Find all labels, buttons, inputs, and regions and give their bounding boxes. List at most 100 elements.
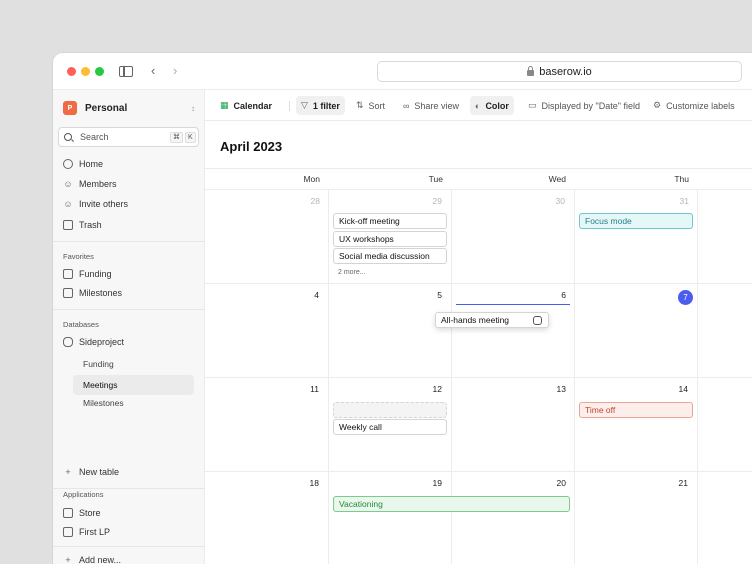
sidebar-item-label: Home xyxy=(79,158,104,169)
day-number: 20 xyxy=(556,478,566,488)
day-number: 30 xyxy=(555,196,565,206)
event-chip-dragging[interactable]: All-hands meeting xyxy=(435,312,549,328)
customize-label: Customize labels xyxy=(666,100,735,111)
link-icon: ∞ xyxy=(403,100,410,111)
add-new-button[interactable]: + Add new... xyxy=(63,551,195,564)
search-icon xyxy=(64,133,72,141)
event-chip[interactable]: Vacationing xyxy=(333,496,570,512)
close-window-button[interactable] xyxy=(67,67,76,76)
today-badge: 7 xyxy=(678,290,693,305)
event-chip[interactable]: UX workshops xyxy=(333,231,447,247)
search-box[interactable]: ⌘ K xyxy=(58,127,199,147)
calendar-grid: Mon Tue Wed Thu 28 29 30 31 Kick-off mee… xyxy=(205,168,752,564)
database-icon xyxy=(63,336,73,347)
sidebar-item-home[interactable]: Home xyxy=(63,155,195,172)
displayed-label: Displayed by "Date" field xyxy=(541,100,640,111)
sidebar-item-members[interactable]: ☺ Members xyxy=(63,175,195,192)
app-icon xyxy=(63,507,73,518)
customize-labels-button[interactable]: ⚙ Customize labels xyxy=(648,96,740,115)
day-number: 21 xyxy=(678,478,688,488)
date-field-button[interactable]: ▭ Displayed by "Date" field xyxy=(523,96,645,115)
sidebar-item-favorite-funding[interactable]: Funding xyxy=(63,265,195,282)
main-content: ▦ Calendar ▽ 1 filter ⇅ Sort ∞ Share vie… xyxy=(205,90,752,564)
sidebar-item-label: Funding xyxy=(79,268,112,279)
day-number: 13 xyxy=(556,384,566,394)
share-label: Share view xyxy=(414,100,459,111)
sort-icon: ⇅ xyxy=(356,100,364,110)
event-placeholder xyxy=(333,402,447,418)
sidebar-table-funding[interactable]: Funding xyxy=(83,357,114,371)
weekday-header: Mon xyxy=(303,174,320,184)
view-switcher-button[interactable]: ▦ Calendar xyxy=(215,96,277,115)
sidebar-item-label: First LP xyxy=(79,526,111,537)
color-label: Color xyxy=(485,100,509,111)
filter-icon: ▽ xyxy=(301,100,308,110)
add-new-label: Add new... xyxy=(79,554,122,564)
weekday-header: Tue xyxy=(428,174,443,184)
day-number: 5 xyxy=(437,290,442,300)
month-title: April 2023 xyxy=(220,139,283,154)
sidebar-item-favorite-milestones[interactable]: Milestones xyxy=(63,284,195,301)
sidebar-item-store[interactable]: Store xyxy=(63,504,195,521)
grid-line xyxy=(205,283,752,284)
databases-heading: Databases xyxy=(63,320,99,329)
color-button[interactable]: ◐ Color xyxy=(470,96,514,115)
sidebar-table-milestones[interactable]: Milestones xyxy=(83,396,124,410)
plus-icon: + xyxy=(65,554,71,564)
forward-icon[interactable]: › xyxy=(173,64,177,78)
sidebar-item-trash[interactable]: Trash xyxy=(63,216,195,233)
shortcut-key: K xyxy=(185,131,196,143)
table-icon xyxy=(63,268,73,279)
browser-window: ‹ › baserow.io P Personal ↕ ⌘ K Home ☺ M… xyxy=(53,53,752,564)
event-chip[interactable]: Weekly call xyxy=(333,419,447,435)
sidebar-table-meetings[interactable]: Meetings xyxy=(73,375,194,395)
sidebar-divider xyxy=(53,241,205,242)
day-number: 11 xyxy=(310,384,319,394)
event-chip[interactable]: Time off xyxy=(579,402,693,418)
grid-line xyxy=(205,377,752,378)
sidebar-toggle-icon[interactable] xyxy=(119,66,133,77)
filter-label: 1 filter xyxy=(312,100,340,111)
filter-button[interactable]: ▽ 1 filter xyxy=(296,96,345,115)
drop-indicator xyxy=(456,304,570,305)
minimize-window-button[interactable] xyxy=(81,67,90,76)
event-chip[interactable]: Social media discussion xyxy=(333,248,447,264)
more-events-link[interactable]: 2 more... xyxy=(338,269,366,276)
gear-icon: ⚙ xyxy=(653,100,662,110)
day-number: 4 xyxy=(314,290,319,300)
sidebar-item-invite[interactable]: ☺ Invite others xyxy=(63,195,195,212)
day-number: 6 xyxy=(561,290,566,300)
sidebar-item-label: Milestones xyxy=(79,287,123,298)
view-name: Calendar xyxy=(233,100,273,111)
address-bar[interactable]: baserow.io xyxy=(377,61,742,82)
applications-heading: Applications xyxy=(63,490,104,499)
members-icon: ☺ xyxy=(63,178,73,189)
sidebar-item-sideproject[interactable]: Sideproject xyxy=(63,333,195,350)
calendar-icon: ▦ xyxy=(220,100,229,110)
new-table-label: New table xyxy=(79,466,120,477)
event-chip[interactable]: Kick-off meeting xyxy=(333,213,447,229)
palette-icon: ◐ xyxy=(475,100,481,111)
search-input[interactable] xyxy=(80,132,168,142)
share-view-button[interactable]: ∞ Share view xyxy=(398,96,464,115)
sidebar-item-label: Store xyxy=(79,507,101,518)
day-number: 12 xyxy=(432,384,442,394)
event-title: All-hands meeting xyxy=(441,315,510,325)
app-icon xyxy=(63,526,73,537)
view-toolbar: ▦ Calendar ▽ 1 filter ⇅ Sort ∞ Share vie… xyxy=(205,90,752,121)
zoom-window-button[interactable] xyxy=(95,67,104,76)
sort-button[interactable]: ⇅ Sort xyxy=(351,96,390,115)
sidebar-item-first-lp[interactable]: First LP xyxy=(63,523,195,540)
sidebar-divider xyxy=(53,309,205,310)
trash-icon xyxy=(63,219,73,230)
workspace-switcher[interactable]: P Personal ↕ xyxy=(63,98,195,118)
date-field-icon: ▭ xyxy=(528,100,537,110)
back-icon[interactable]: ‹ xyxy=(151,64,155,78)
event-chip[interactable]: Focus mode xyxy=(579,213,693,229)
day-number: 28 xyxy=(310,196,320,206)
day-number: 14 xyxy=(678,384,688,394)
new-table-button[interactable]: + New table xyxy=(63,463,195,480)
workspace-badge: P xyxy=(63,101,77,115)
weekday-header: Thu xyxy=(674,174,689,184)
day-number: 29 xyxy=(432,196,442,206)
